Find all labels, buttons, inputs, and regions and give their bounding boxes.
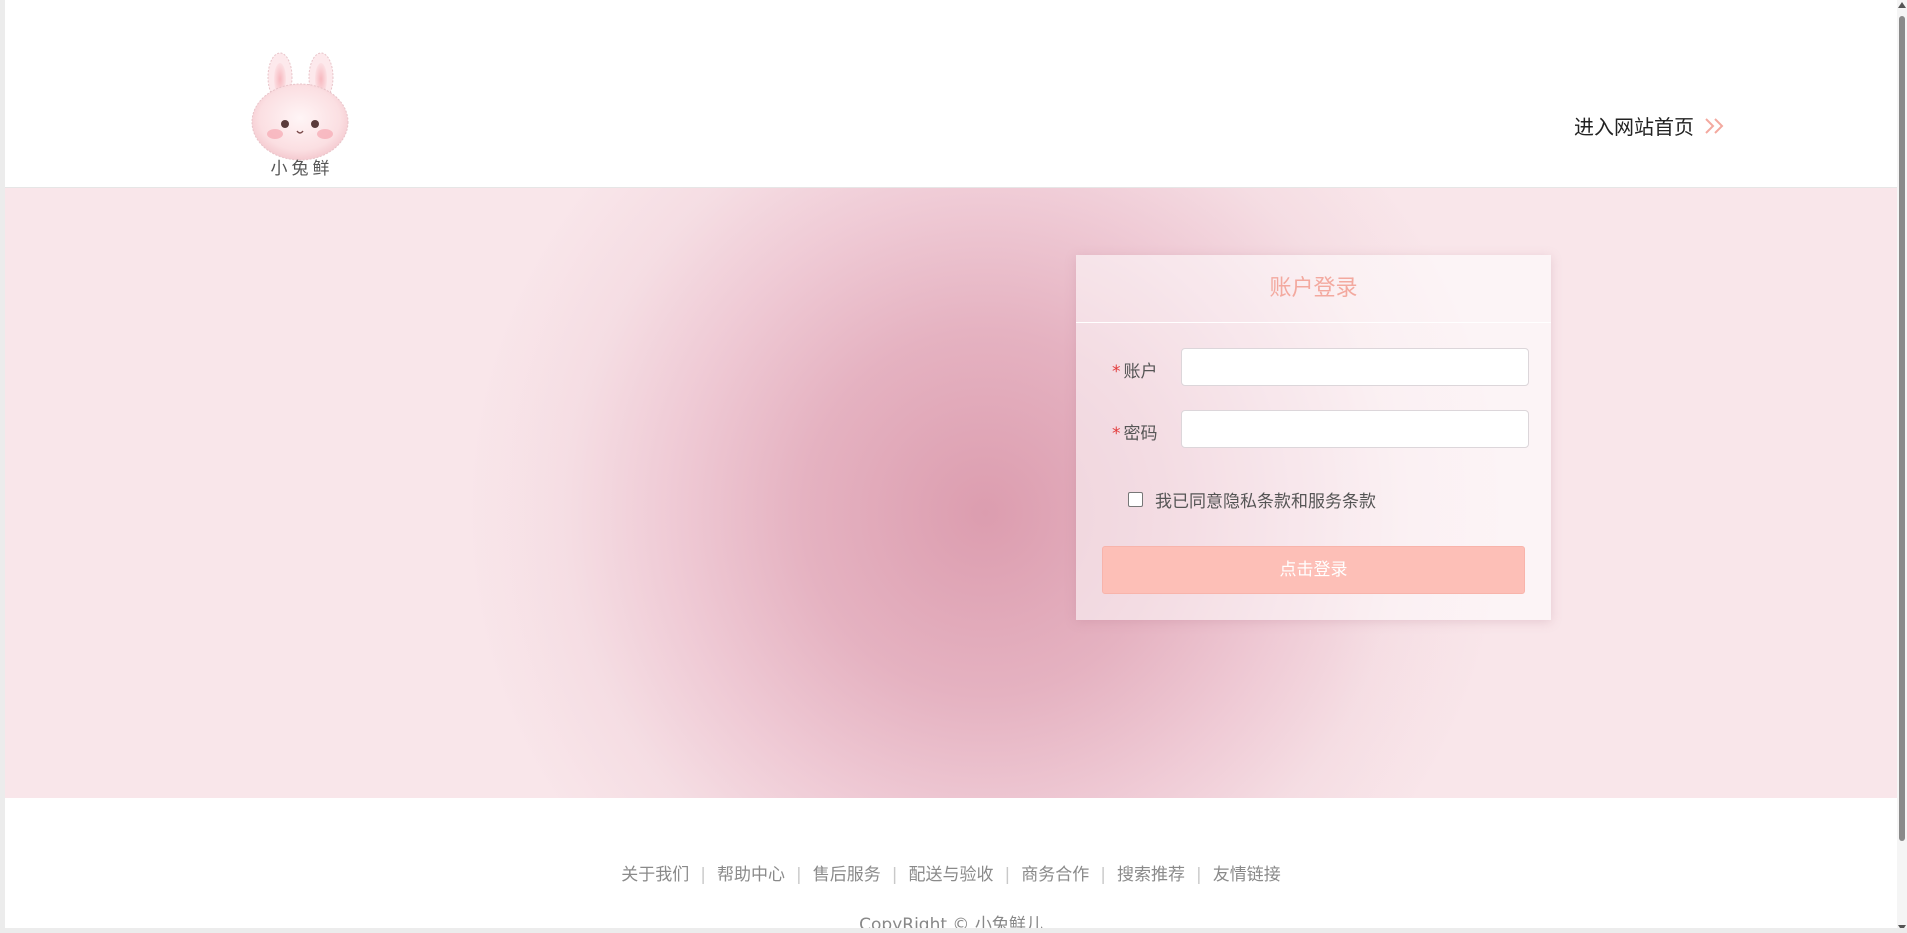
agree-checkbox[interactable]	[1128, 492, 1143, 507]
banner-overlay	[5, 188, 1897, 798]
account-row: * 账户	[1076, 348, 1551, 388]
footer-link-delivery[interactable]: 配送与验收	[909, 865, 994, 885]
login-button[interactable]: 点击登录	[1102, 546, 1525, 594]
double-chevron-right-icon	[1704, 117, 1726, 135]
footer-link-after-sales[interactable]: 售后服务	[813, 865, 881, 885]
account-input[interactable]	[1181, 348, 1529, 386]
page: 小兔鲜 进入网站首页 账户登录 * 账户 * 密码 我已同意隐私条款和服务条款 …	[0, 0, 1907, 933]
footer-link-about[interactable]: 关于我们	[621, 865, 689, 885]
window-bottom-edge	[5, 928, 1907, 933]
bunny-logo-icon	[251, 52, 349, 161]
footer-separator: |	[891, 865, 898, 885]
logo-text: 小兔鲜	[270, 159, 334, 179]
footer-link-business[interactable]: 商务合作	[1021, 865, 1089, 885]
footer-separator: |	[1004, 865, 1011, 885]
footer-link-search[interactable]: 搜索推荐	[1117, 865, 1185, 885]
account-label-text: 账户	[1123, 362, 1158, 382]
footer-separator: |	[700, 865, 707, 885]
login-card: 账户登录 * 账户 * 密码 我已同意隐私条款和服务条款 点击登录	[1076, 255, 1551, 620]
footer-links: 关于我们 | 帮助中心 | 售后服务 | 配送与验收 | 商务合作 | 搜索推荐 | 友情链接	[5, 860, 1897, 885]
site-header: 小兔鲜 进入网站首页	[5, 0, 1897, 188]
footer-separator: |	[1195, 865, 1202, 885]
hero-banner	[5, 188, 1897, 798]
footer-separator: |	[1100, 865, 1106, 885]
agree-terms: 我已同意隐私条款和服务条款	[1128, 487, 1376, 512]
password-row: * 密码	[1076, 410, 1551, 450]
required-mark: *	[1112, 362, 1121, 382]
site-logo[interactable]: 小兔鲜	[245, 52, 355, 182]
footer-link-friends[interactable]: 友情链接	[1213, 865, 1281, 885]
home-link-label: 进入网站首页	[1574, 115, 1694, 139]
password-label-text: 密码	[1123, 424, 1158, 444]
required-mark: *	[1112, 424, 1121, 444]
footer-separator: |	[796, 865, 802, 885]
password-input[interactable]	[1181, 410, 1529, 448]
password-label: * 密码	[1112, 419, 1158, 444]
account-label: * 账户	[1112, 357, 1158, 382]
footer-link-help[interactable]: 帮助中心	[717, 865, 785, 885]
vertical-scrollbar[interactable]	[1897, 0, 1907, 933]
scroll-up-icon[interactable]	[1898, 2, 1906, 8]
scrollbar-thumb[interactable]	[1899, 16, 1905, 841]
home-link[interactable]: 进入网站首页	[1574, 111, 1726, 140]
agree-label: 我已同意隐私条款和服务条款	[1155, 492, 1376, 512]
login-title: 账户登录	[1076, 255, 1551, 323]
